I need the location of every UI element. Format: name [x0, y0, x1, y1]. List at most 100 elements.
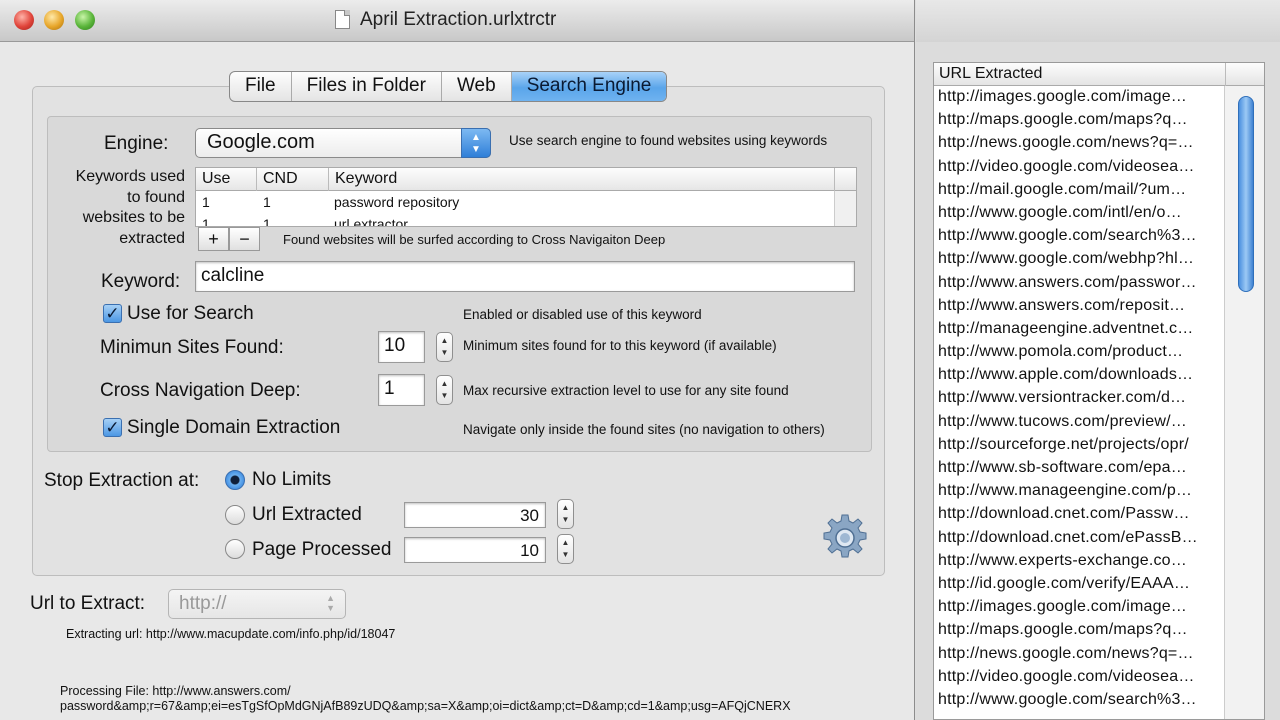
processing-file-status-line1: Processing File: http://www.answers.com/ [60, 684, 291, 698]
minimum-sites-input[interactable]: 10 [378, 331, 425, 363]
use-for-search-label[interactable]: Use for Search [127, 303, 254, 325]
no-limits-radio[interactable] [225, 470, 245, 490]
row-cnd: 1 [263, 194, 271, 210]
column-separator [256, 168, 257, 191]
engine-label: Engine: [104, 133, 169, 154]
url-list-item[interactable]: http://images.google.com/image… [934, 598, 1226, 621]
url-list-item[interactable]: http://news.google.com/news?q=… [934, 645, 1226, 668]
url-list-item[interactable]: http://id.google.com/verify/EAAA… [934, 575, 1226, 598]
url-list-item[interactable]: http://www.manageengine.com/p… [934, 482, 1226, 505]
url-extracted-stepper[interactable]: ▲ ▼ [557, 499, 574, 529]
table-row[interactable]: 1 1 url extractor [196, 213, 856, 227]
url-list-item[interactable]: http://download.cnet.com/Passw… [934, 505, 1226, 528]
column-header-cnd[interactable]: CND [263, 170, 298, 188]
processing-file-status-line2: password&amp;r=67&amp;ei=esTgSfOpMdGNjAf… [60, 699, 791, 713]
url-list-item[interactable]: http://www.google.com/search%3… [934, 227, 1226, 250]
minimum-sites-hint: Minimum sites found for to this keyword … [463, 338, 777, 353]
url-extracted-table[interactable]: URL Extracted http://images.google.com/i… [933, 62, 1265, 720]
url-list-item[interactable]: http://www.google.com/webhp?hl… [934, 250, 1226, 273]
url-list-scrollbar[interactable] [1224, 86, 1264, 719]
cross-navigation-input[interactable]: 1 [378, 374, 425, 406]
url-extracted-header: URL Extracted [934, 63, 1264, 86]
select-arrows-icon: ▲ ▼ [461, 128, 491, 158]
url-list-item[interactable]: http://video.google.com/videosea… [934, 158, 1226, 181]
keywords-table[interactable]: Use CND Keyword 1 1 password repository … [195, 167, 857, 227]
column-header-keyword[interactable]: Keyword [335, 170, 397, 188]
url-list-window: URL Extracted http://images.google.com/i… [916, 0, 1280, 720]
column-separator [1225, 63, 1226, 86]
add-keyword-button[interactable]: + [198, 227, 229, 251]
column-separator [834, 168, 835, 191]
row-keyword: url extractor [334, 216, 408, 227]
minimum-sites-stepper[interactable]: ▲ ▼ [436, 332, 453, 362]
keywords-label-line: to found [127, 188, 185, 206]
column-header-url-extracted[interactable]: URL Extracted [939, 65, 1042, 83]
combo-arrows-icon: ▲ ▼ [326, 593, 335, 613]
keywords-table-scrollbar[interactable] [834, 191, 856, 226]
url-list-item[interactable]: http://www.tucows.com/preview/… [934, 413, 1226, 436]
table-row[interactable]: 1 1 password repository [196, 191, 856, 213]
url-to-extract-value: http:// [179, 593, 227, 614]
url-list-item[interactable]: http://maps.google.com/maps?q… [934, 621, 1226, 644]
page-processed-limit-input[interactable]: 10 [404, 537, 546, 563]
engine-select-value: Google.com [207, 131, 315, 153]
url-list-item[interactable]: http://www.pomola.com/product… [934, 343, 1226, 366]
use-for-search-checkbox[interactable]: ✓ [103, 304, 122, 323]
url-list-item[interactable]: http://mail.google.com/mail/?um… [934, 181, 1226, 204]
keywords-label-line: websites to be [82, 209, 185, 226]
url-list-item[interactable]: http://download.cnet.com/ePassB… [934, 529, 1226, 552]
page-processed-radio[interactable] [225, 539, 245, 559]
remove-keyword-button[interactable]: − [229, 227, 260, 251]
zoom-window-button[interactable] [75, 10, 95, 30]
stop-extraction-label: Stop Extraction at: [44, 470, 200, 491]
page-processed-label[interactable]: Page Processed [252, 539, 391, 561]
document-icon[interactable] [335, 10, 350, 29]
minimize-window-button[interactable] [44, 10, 64, 30]
column-header-use[interactable]: Use [202, 170, 230, 188]
cross-navigation-stepper[interactable]: ▲ ▼ [436, 375, 453, 405]
window-title: April Extraction.urlxtrctr [360, 9, 557, 30]
url-list-item[interactable]: http://news.google.com/news?q=… [934, 134, 1226, 157]
url-list-item[interactable]: http://manageengine.adventnet.c… [934, 320, 1226, 343]
cross-navigation-label: Cross Navigation Deep: [100, 380, 301, 401]
tab-file[interactable]: File [230, 72, 292, 101]
url-list-item[interactable]: http://www.apple.com/downloads… [934, 366, 1226, 389]
url-rows: http://images.google.com/image… http://ma… [934, 88, 1226, 714]
url-list-window-toolbar [916, 0, 1280, 42]
keyword-label: Keyword: [101, 271, 181, 292]
url-list-item[interactable]: http://images.google.com/image… [934, 88, 1226, 111]
keywords-label-line: Keywords used [75, 168, 185, 185]
single-domain-label[interactable]: Single Domain Extraction [127, 417, 340, 439]
title-bar[interactable]: April Extraction.urlxtrctr [0, 0, 914, 42]
gear-icon[interactable] [820, 513, 870, 563]
single-domain-hint: Navigate only inside the found sites (no… [463, 422, 825, 437]
url-list-item[interactable]: http://www.google.com/search%3… [934, 691, 1226, 714]
single-domain-checkbox[interactable]: ✓ [103, 418, 122, 437]
page-processed-stepper[interactable]: ▲ ▼ [557, 534, 574, 564]
url-list-item[interactable]: http://sourceforge.net/projects/opr/ [934, 436, 1226, 459]
url-list-item[interactable]: http://www.versiontracker.com/d… [934, 389, 1226, 412]
tab-search-engine[interactable]: Search Engine [511, 72, 667, 101]
found-websites-hint: Found websites will be surfed according … [283, 232, 666, 247]
keyword-input[interactable]: calcline [195, 261, 855, 292]
no-limits-label[interactable]: No Limits [252, 469, 331, 491]
url-list-item[interactable]: http://www.answers.com/reposit… [934, 297, 1226, 320]
url-list-item[interactable]: http://maps.google.com/maps?q… [934, 111, 1226, 134]
url-extracted-radio[interactable] [225, 505, 245, 525]
url-list-item[interactable]: http://www.answers.com/passwor… [934, 274, 1226, 297]
url-list-item[interactable]: http://www.sb-software.com/epa… [934, 459, 1226, 482]
url-extracted-limit-input[interactable]: 30 [404, 502, 546, 528]
close-window-button[interactable] [14, 10, 34, 30]
tab-files-in-folder[interactable]: Files in Folder [292, 72, 442, 101]
tab-web[interactable]: Web [442, 72, 512, 101]
engine-select[interactable]: Google.com ▲ ▼ [195, 128, 491, 158]
url-list-item[interactable]: http://www.google.com/intl/en/o… [934, 204, 1226, 227]
scrollbar-thumb[interactable] [1238, 96, 1254, 292]
cross-navigation-hint: Max recursive extraction level to use fo… [463, 383, 789, 398]
row-cnd: 1 [263, 216, 271, 227]
url-list-item[interactable]: http://video.google.com/videosea… [934, 668, 1226, 691]
minimum-sites-label: Minimun Sites Found: [100, 337, 284, 358]
url-to-extract-combo[interactable]: http:// ▲ ▼ [168, 589, 346, 619]
url-list-item[interactable]: http://www.experts-exchange.co… [934, 552, 1226, 575]
url-extracted-label[interactable]: Url Extracted [252, 504, 362, 526]
